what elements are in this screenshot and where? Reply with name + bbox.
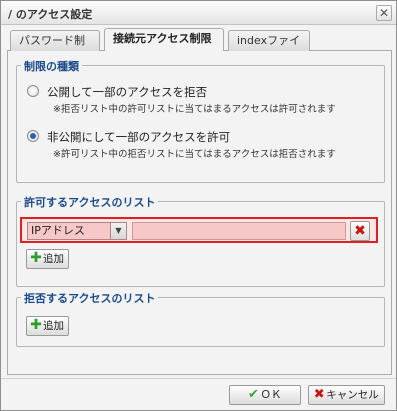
rule-value-input[interactable]: [132, 222, 346, 240]
radio-private-allow-label[interactable]: 非公開にして一部のアクセスを許可: [47, 129, 230, 145]
deny-add-button[interactable]: ✚追加: [26, 316, 69, 336]
cancel-label: キャンセル: [326, 389, 379, 401]
radio-private-allow-button[interactable]: [27, 130, 39, 142]
dialog-title: / のアクセス設定: [8, 8, 93, 21]
dialog-footer: ✔ ＯＫ ✖ キャンセル: [1, 378, 396, 410]
plus-icon: ✚: [30, 317, 42, 333]
allow-rule-row: IPアドレス ▼ ✖: [20, 217, 378, 243]
restriction-type-legend: 制限の種類: [21, 58, 82, 74]
radio-private-allow-note: ※許可リスト中の拒否リストに当てはまるアクセスは拒否されます: [53, 149, 336, 160]
tab-panel: 制限の種類 公開して一部のアクセスを拒否 ※拒否リスト中の許可リストに当てはまる…: [7, 51, 392, 375]
allow-list-legend: 許可するアクセスのリスト: [21, 194, 159, 210]
deny-add-label: 追加: [43, 320, 64, 332]
allow-list-fieldset: 許可するアクセスのリスト IPアドレス ▼ ✖ ✚追加: [16, 194, 385, 287]
tab-source-access-restriction[interactable]: 接続元アクセス制限: [104, 28, 224, 52]
access-settings-dialog: / のアクセス設定 ✕ パスワード制限 接続元アクセス制限 indexファイル …: [0, 0, 397, 411]
rule-type-select[interactable]: IPアドレス ▼: [27, 222, 127, 240]
remove-rule-button[interactable]: ✖: [350, 221, 370, 241]
allow-add-label: 追加: [43, 253, 64, 265]
ok-label: ＯＫ: [260, 389, 282, 401]
rule-type-value: IPアドレス: [31, 224, 85, 237]
deny-list-fieldset: 拒否するアクセスのリスト ✚追加: [16, 290, 385, 347]
deny-list-legend: 拒否するアクセスのリスト: [21, 290, 159, 306]
x-icon: ✖: [313, 387, 325, 402]
tab-bar: パスワード制限 接続元アクセス制限 indexファイル: [7, 28, 392, 66]
radio-public-deny-note: ※拒否リスト中の許可リストに当てはまるアクセスは許可されます: [53, 104, 336, 115]
plus-icon: ✚: [30, 250, 42, 266]
chevron-down-icon[interactable]: ▼: [110, 223, 126, 239]
restriction-type-fieldset: 制限の種類 公開して一部のアクセスを拒否 ※拒否リスト中の許可リストに当てはまる…: [16, 58, 385, 183]
ok-button[interactable]: ✔ ＯＫ: [229, 385, 301, 405]
radio-public-deny-label[interactable]: 公開して一部のアクセスを拒否: [47, 84, 207, 100]
dialog-titlebar[interactable]: / のアクセス設定 ✕: [1, 1, 396, 25]
cancel-button[interactable]: ✖ キャンセル: [308, 385, 385, 405]
allow-add-button[interactable]: ✚追加: [26, 249, 69, 269]
tab-index-file[interactable]: indexファイル: [228, 30, 310, 66]
tab-password-restriction[interactable]: パスワード制限: [10, 30, 100, 66]
close-icon[interactable]: ✕: [376, 5, 392, 21]
check-icon: ✔: [248, 387, 259, 402]
radio-public-deny-button[interactable]: [27, 85, 39, 97]
